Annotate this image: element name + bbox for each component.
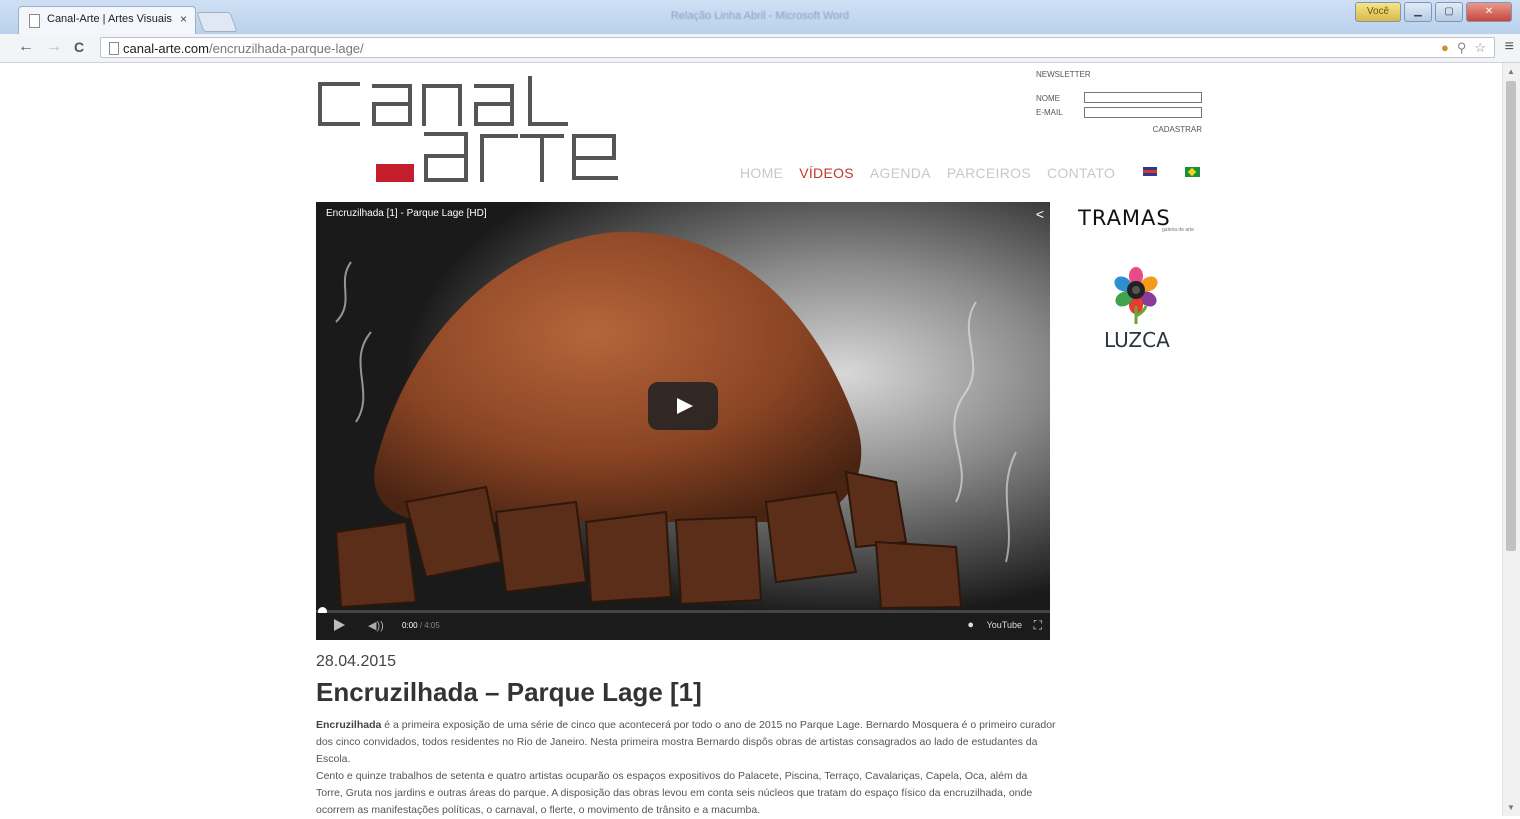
browser-titlebar: Canal-Arte | Artes Visuais × Relação Lin… (0, 0, 1520, 35)
post-lead-bold: Encruzilhada (316, 719, 382, 731)
luzca-logo-text: LUZCA (1104, 328, 1170, 352)
post-date: 28.04.2015 (316, 653, 397, 670)
fullscreen-icon[interactable]: ⛶ (1034, 618, 1042, 633)
back-button[interactable]: ← (18, 38, 34, 56)
post-paragraph: Encruzilhada é a primeira exposição de u… (316, 717, 1056, 768)
window-title: Relação Linha Abril - Microsoft Word (670, 10, 850, 22)
email-input[interactable] (1084, 107, 1202, 118)
url-domain: canal-arte.com (123, 41, 209, 56)
scroll-down-icon[interactable]: ▼ (1507, 803, 1515, 812)
nav-item-agenda[interactable]: AGENDA (870, 165, 931, 181)
omnibox-icons: ● ⚲ ☆ (1441, 40, 1486, 56)
scroll-up-icon[interactable]: ▲ (1507, 67, 1515, 76)
post-lead-text: é a primeira exposição de uma série de c… (316, 719, 1056, 765)
newsletter-title: NEWSLETTER (1036, 70, 1091, 79)
nav-item-home[interactable]: HOME (740, 165, 783, 181)
browser-toolbar: ← → C canal-arte.com/encruzilhada-parque… (0, 34, 1520, 63)
tramas-logo-text: TRAMAS (1078, 206, 1171, 230)
time-display: 0:00 / 4:05 (402, 621, 440, 630)
post-body: Encruzilhada é a primeira exposição de u… (316, 717, 1056, 819)
page-icon (109, 42, 119, 55)
reload-button[interactable]: C (74, 39, 84, 55)
video-title: Encruzilhada [1] - Parque Lage [HD] (326, 208, 487, 219)
video-controls: ◀)) 0:00 / 4:05 ● YouTube ⛶ (316, 613, 1050, 640)
url-path: /encruzilhada-parque-lage/ (208, 41, 364, 56)
nav-item-contato[interactable]: CONTATO (1047, 165, 1115, 181)
name-label: NOME (1036, 94, 1060, 103)
scrollbar[interactable]: ▲ ▼ (1502, 63, 1520, 816)
tramas-sponsor-logo[interactable]: TRAMAS galeria de arte (1078, 206, 1198, 238)
newsletter-form: NEWSLETTER NOME E-MAIL CADASTRAR (1036, 70, 1206, 140)
bookmark-star-icon[interactable]: ☆ (1474, 40, 1486, 56)
luzca-sponsor-logo[interactable]: LUZCA (1100, 266, 1176, 352)
brazil-flag-icon[interactable] (1185, 167, 1200, 177)
play-button[interactable] (648, 382, 718, 430)
minimize-button[interactable]: ▁ (1404, 2, 1432, 22)
main-nav: HOME VÍDEOS AGENDA PARCEIROS CONTATO (740, 165, 1115, 181)
duration: / 4:05 (419, 621, 440, 630)
nav-item-videos[interactable]: VÍDEOS (799, 165, 854, 181)
tramas-subtitle: galeria de arte (1162, 227, 1194, 233)
subscribe-button[interactable]: CADASTRAR (1153, 125, 1202, 134)
youtube-logo[interactable]: YouTube (987, 620, 1022, 630)
close-window-button[interactable]: ✕ (1466, 2, 1512, 22)
extension-icon[interactable]: ● (1441, 40, 1449, 56)
window-controls: Você ▁ ▢ ✕ (1355, 2, 1512, 22)
search-icon[interactable]: ⚲ (1457, 40, 1467, 56)
settings-gear-icon[interactable]: ● (967, 619, 974, 631)
current-time: 0:00 (402, 621, 418, 630)
video-player[interactable]: Encruzilhada [1] - Parque Lage [HD] < ◀)… (316, 202, 1050, 640)
english-flag-icon[interactable] (1143, 167, 1157, 176)
site-logo[interactable] (316, 74, 626, 186)
post-paragraph-2: Cento e quinze trabalhos de setenta e qu… (316, 770, 1033, 816)
nav-item-parceiros[interactable]: PARCEIROS (947, 165, 1031, 181)
menu-icon[interactable]: ≡ (1505, 38, 1514, 56)
volume-icon[interactable]: ◀)) (368, 619, 384, 632)
post-title: Encruzilhada – Parque Lage [1] (316, 677, 702, 707)
url-text[interactable]: canal-arte.com/encruzilhada-parque-lage/ (123, 41, 364, 56)
maximize-button[interactable]: ▢ (1435, 2, 1463, 22)
scroll-thumb[interactable] (1506, 81, 1516, 551)
control-play-icon[interactable] (334, 619, 345, 631)
share-icon[interactable]: < (1036, 206, 1044, 222)
email-label: E-MAIL (1036, 108, 1063, 117)
address-bar[interactable]: canal-arte.com/encruzilhada-parque-lage/… (100, 37, 1495, 58)
name-input[interactable] (1084, 92, 1202, 103)
forward-button[interactable]: → (46, 38, 62, 56)
canal-arte-logo (318, 76, 618, 182)
user-profile-button[interactable]: Você (1355, 2, 1401, 22)
luzca-flower-icon (1114, 267, 1158, 324)
